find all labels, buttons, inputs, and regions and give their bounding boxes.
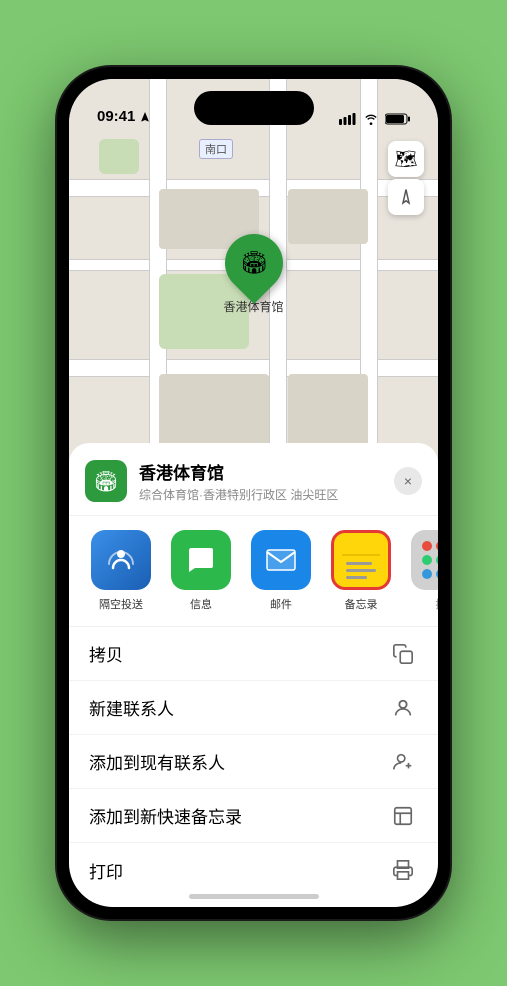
quick-note-icon <box>388 801 418 831</box>
venue-emoji: 🏟 <box>93 469 118 494</box>
notes-lines-decoration <box>342 560 380 581</box>
airdrop-label: 隔空投送 <box>99 596 143 612</box>
action-quick-note[interactable]: 添加到新快速备忘录 <box>69 789 438 843</box>
airdrop-icon <box>105 544 137 576</box>
map-controls: 🗺 <box>388 141 424 215</box>
messages-icon <box>185 544 217 576</box>
action-quick-note-label: 添加到新快速备忘录 <box>89 803 242 828</box>
location-pin: 🏟 香港体育馆 <box>223 234 283 315</box>
copy-icon <box>388 639 418 669</box>
action-new-contact[interactable]: 新建联系人 <box>69 681 438 735</box>
action-copy[interactable]: 拷贝 <box>69 627 438 681</box>
map-layers-icon: 🗺 <box>395 149 418 170</box>
share-item-airdrop[interactable]: 隔空投送 <box>85 530 157 612</box>
venue-subtitle: 综合体育馆·香港特别行政区 油尖旺区 <box>139 486 394 503</box>
venue-info: 香港体育馆 综合体育馆·香港特别行政区 油尖旺区 <box>139 459 394 503</box>
share-item-more[interactable]: 提 <box>405 530 438 612</box>
location-arrow-icon <box>139 111 151 123</box>
notes-label: 备忘录 <box>345 596 378 612</box>
share-row: 隔空投送 信息 <box>69 516 438 627</box>
phone-screen: 09:41 <box>69 79 438 907</box>
close-button[interactable]: × <box>394 467 422 495</box>
location-icon <box>397 188 415 206</box>
airdrop-icon-wrap <box>91 530 151 590</box>
share-item-messages[interactable]: 信息 <box>165 530 237 612</box>
map-road-label: 南口 <box>199 139 233 159</box>
battery-icon <box>385 113 410 125</box>
wifi-icon <box>363 113 379 125</box>
status-time: 09:41 <box>97 108 135 125</box>
pin-emoji: 🏟 <box>240 250 268 276</box>
action-add-contact[interactable]: 添加到现有联系人 <box>69 735 438 789</box>
messages-label: 信息 <box>190 596 212 612</box>
action-list: 拷贝 新建联系人 <box>69 627 438 897</box>
action-add-contact-label: 添加到现有联系人 <box>89 749 225 774</box>
phone-frame: 09:41 <box>57 67 450 919</box>
share-item-mail[interactable]: 邮件 <box>245 530 317 612</box>
venue-name: 香港体育馆 <box>139 459 394 484</box>
mail-icon <box>265 546 297 574</box>
messages-icon-wrap <box>171 530 231 590</box>
dynamic-island <box>194 91 314 125</box>
sheet-header: 🏟 香港体育馆 综合体育馆·香港特别行政区 油尖旺区 × <box>69 443 438 516</box>
home-indicator <box>189 894 319 899</box>
new-contact-icon <box>388 693 418 723</box>
notes-icon-wrap <box>331 530 391 590</box>
more-icon-wrap <box>411 530 438 590</box>
bottom-sheet: 🏟 香港体育馆 综合体育馆·香港特别行政区 油尖旺区 × <box>69 443 438 907</box>
add-contact-icon <box>388 747 418 777</box>
share-item-notes[interactable]: 备忘录 <box>325 530 397 612</box>
action-print[interactable]: 打印 <box>69 843 438 897</box>
mail-icon-wrap <box>251 530 311 590</box>
pin-circle: 🏟 <box>212 222 294 304</box>
close-icon: × <box>404 473 412 489</box>
venue-icon: 🏟 <box>85 460 127 502</box>
mail-label: 邮件 <box>270 596 292 612</box>
location-button[interactable] <box>388 179 424 215</box>
action-new-contact-label: 新建联系人 <box>89 695 174 720</box>
map-layers-button[interactable]: 🗺 <box>388 141 424 177</box>
print-icon <box>388 855 418 885</box>
signal-icon <box>339 113 357 125</box>
action-print-label: 打印 <box>89 858 123 883</box>
more-label: 提 <box>436 596 439 612</box>
action-copy-label: 拷贝 <box>89 641 123 666</box>
status-icons <box>339 113 410 125</box>
